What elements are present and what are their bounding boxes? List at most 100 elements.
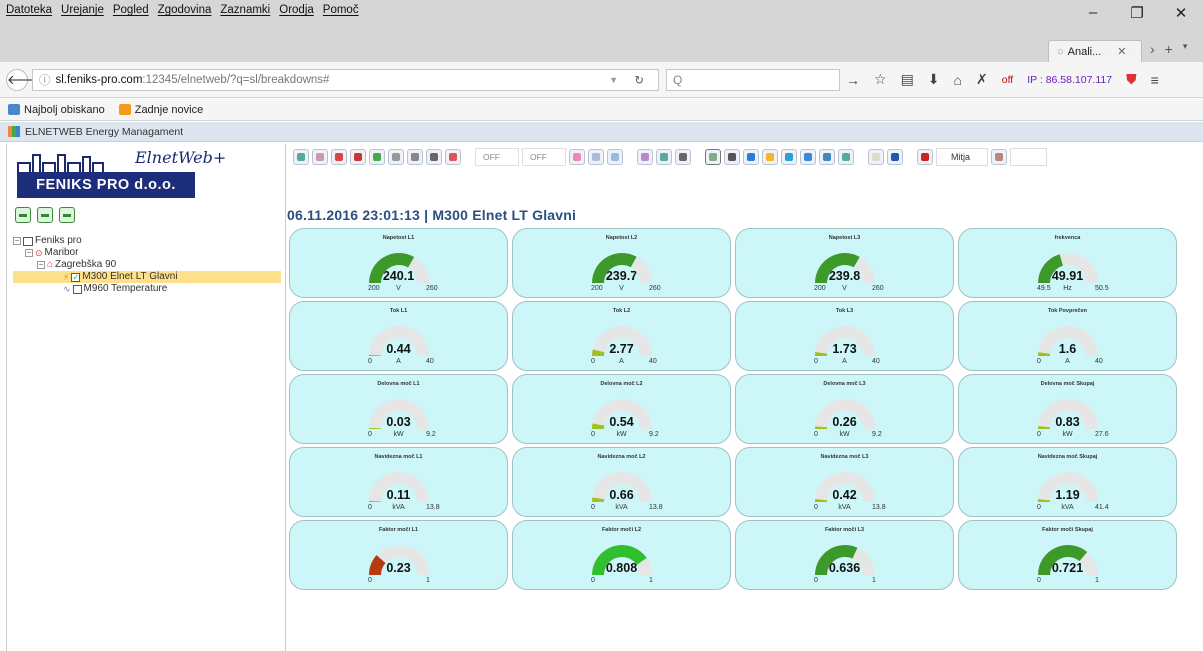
bookmark-latest-news[interactable]: Zadnje novice <box>118 104 203 116</box>
gauge-max: 9.2 <box>649 431 659 438</box>
arrow-icon[interactable]: → <box>846 72 860 88</box>
checkbox-checked[interactable]: ✓ <box>71 272 81 282</box>
globe-icon[interactable] <box>800 149 816 165</box>
logout-icon[interactable] <box>917 149 933 165</box>
x-extension-icon[interactable]: ✗ <box>976 71 988 88</box>
energy-icon[interactable] <box>781 149 797 165</box>
gauge-track <box>1038 326 1098 356</box>
tab-close-icon[interactable]: ✕ <box>1117 45 1126 58</box>
gauge-track <box>1038 472 1098 502</box>
collapse-icon[interactable]: − <box>37 261 45 269</box>
menu-bookmarks[interactable]: Zaznamki <box>220 4 270 16</box>
collapse-icon[interactable]: − <box>13 237 21 245</box>
checkbox[interactable] <box>72 284 82 294</box>
grid-icon[interactable] <box>607 149 623 165</box>
table-icon-3[interactable] <box>724 149 740 165</box>
table-icon[interactable] <box>426 149 442 165</box>
location-pin-icon: ⊙ <box>35 248 43 258</box>
gauge-track <box>815 472 875 502</box>
reader-icon[interactable]: ▤ <box>901 71 914 88</box>
trend-icon[interactable] <box>407 149 423 165</box>
home-icon[interactable]: ⌂ <box>954 72 962 88</box>
minimize-button[interactable]: – <box>1071 4 1115 22</box>
gauge-card: Faktor moči Skupaj 0.721 0 1 <box>958 520 1177 590</box>
gauge-icon[interactable] <box>705 149 721 165</box>
off-toggle-2[interactable]: OFF <box>522 148 566 166</box>
gauge-grid: Napetost L1 240.1 V 200 260 Napetost L2 239.7 V… <box>289 228 1201 590</box>
shield-icon[interactable]: ⛊ <box>1126 71 1137 88</box>
tree-node[interactable]: ∿ M960 Temperature <box>13 283 283 295</box>
tab-list-icon[interactable]: ▾ <box>1183 41 1188 57</box>
window-icon[interactable] <box>588 149 604 165</box>
pdf-icon[interactable] <box>445 149 461 165</box>
gauge-card: Tok Povprečen 1.6 A 0 40 <box>958 301 1177 371</box>
tree-node[interactable]: − ⌂ Zagrebška 90 <box>13 259 283 271</box>
gauge-track <box>369 399 429 429</box>
tab-active[interactable]: ○ Anali... ✕ <box>1048 40 1142 62</box>
user-icon[interactable] <box>991 149 1007 165</box>
add-node-button[interactable] <box>15 207 31 223</box>
dropdown-icon[interactable]: ▼ <box>609 75 618 85</box>
gauge-dial <box>815 399 875 429</box>
transfer-icon[interactable] <box>819 149 835 165</box>
gauge-max: 1 <box>1095 577 1099 584</box>
address-bar[interactable]: ⓘ sl.feniks-pro.com:12345/elnetweb/?q=sl… <box>32 69 659 91</box>
help-icon[interactable] <box>887 149 903 165</box>
reload-icon[interactable]: ↻ <box>634 73 644 87</box>
report-icon[interactable] <box>838 149 854 165</box>
gauge-min: 0 <box>591 358 595 365</box>
lightning-icon[interactable] <box>762 149 778 165</box>
tree-label: Zagrebška 90 <box>55 259 117 270</box>
gauge-unit: kW <box>1062 431 1073 438</box>
histogram-icon[interactable] <box>369 149 385 165</box>
menu-file[interactable]: Datoteka <box>6 4 52 16</box>
ie-icon[interactable] <box>743 149 759 165</box>
tree-node[interactable]: − ⊙ Maribor <box>13 247 283 259</box>
pie-chart-icon[interactable] <box>331 149 347 165</box>
back-button[interactable]: 🡐 <box>6 69 42 91</box>
gauge-track <box>815 326 875 356</box>
bar-chart-icon-2[interactable] <box>656 149 672 165</box>
restore-button[interactable]: ❐ <box>1115 4 1159 22</box>
gauge-card: Faktor moči L2 0.808 0 1 <box>512 520 731 590</box>
bar-chart-icon[interactable] <box>293 149 309 165</box>
stacked-chart-icon[interactable] <box>350 149 366 165</box>
window-controls: – ❐ ✕ <box>1071 4 1203 22</box>
download-icon[interactable]: ⬇ <box>928 71 940 88</box>
new-tab-button[interactable]: + <box>1165 41 1173 57</box>
hamburger-menu-icon[interactable]: ≡ <box>1151 72 1159 88</box>
remove-node-button[interactable] <box>37 207 53 223</box>
menu-view[interactable]: Pogled <box>113 4 149 16</box>
menu-help[interactable]: Pomoč <box>323 4 359 16</box>
off-indicator: off <box>1001 73 1014 86</box>
curve-icon[interactable] <box>637 149 653 165</box>
tree-node[interactable]: − Feniks pro <box>13 235 283 247</box>
info-icon[interactable]: ⓘ <box>39 72 51 88</box>
table-icon-2[interactable] <box>675 149 691 165</box>
line-chart-icon[interactable] <box>312 149 328 165</box>
menu-history[interactable]: Zgodovina <box>158 4 212 16</box>
scroll-tabs-icon[interactable]: › <box>1150 41 1155 57</box>
star-icon[interactable]: ☆ <box>874 71 887 88</box>
gauge-dial <box>592 326 652 356</box>
close-window-button[interactable]: ✕ <box>1159 4 1203 22</box>
menu-edit[interactable]: Urejanje <box>61 4 104 16</box>
gauge-unit: V <box>396 285 401 292</box>
collapse-icon[interactable]: − <box>25 249 33 257</box>
bookmark-most-visited[interactable]: Najbolj obiskano <box>8 104 105 116</box>
gauge-track <box>592 399 652 429</box>
calendar-icon[interactable] <box>569 149 585 165</box>
gauge-title: Tok L3 <box>835 308 854 314</box>
off-toggle-1[interactable]: OFF <box>475 148 519 166</box>
thermometer-icon[interactable] <box>388 149 404 165</box>
gauge-fill <box>592 545 647 575</box>
collapse-button[interactable] <box>59 207 75 223</box>
gauge-card: Navidezna moč Skupaj 1.19 kVA 0 41.4 <box>958 447 1177 517</box>
tree-node-selected[interactable]: ⚡ ✓ M300 Elnet LT Glavni <box>13 271 281 283</box>
print-icon[interactable] <box>868 149 884 165</box>
menu-tools[interactable]: Orodja <box>279 4 314 16</box>
gauge-card: Navidezna moč L1 0.11 kVA 0 13.8 <box>289 447 508 517</box>
gauge-track <box>369 326 429 356</box>
search-input[interactable]: Q <box>666 69 840 91</box>
gauge-card: frekvenca 49.91 Hz 49.5 50.5 <box>958 228 1177 298</box>
